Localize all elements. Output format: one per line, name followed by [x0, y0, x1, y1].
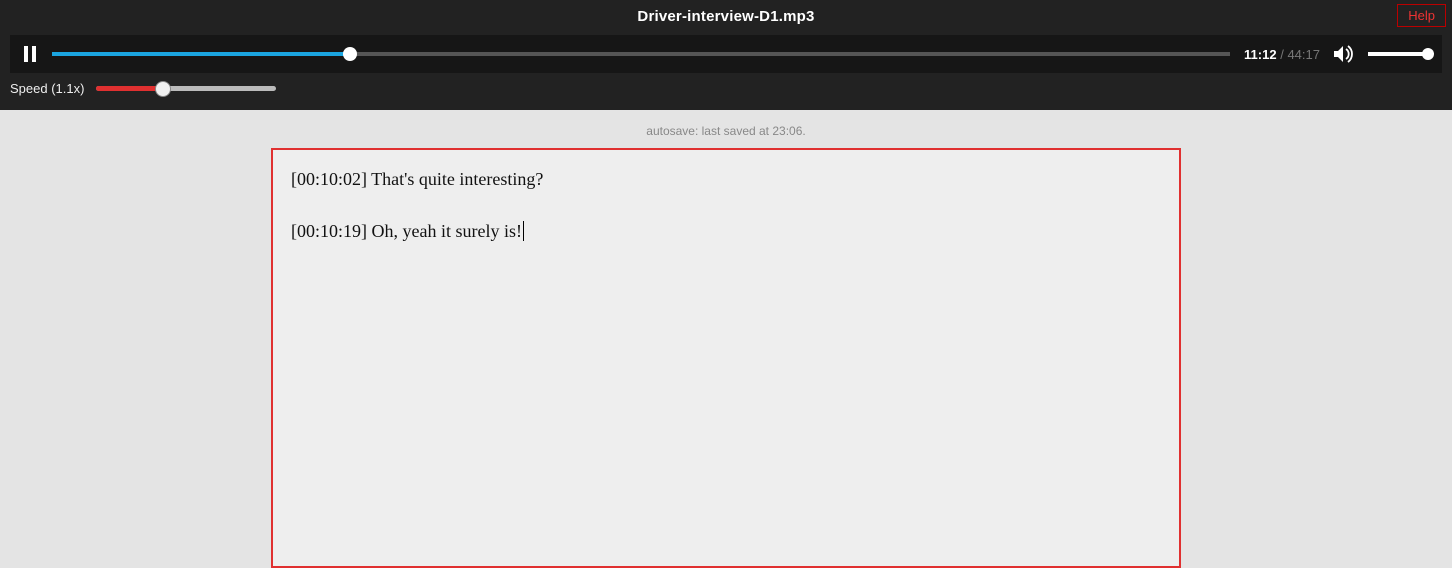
transcript-editor[interactable]: [00:10:02] That's quite interesting? [00… — [271, 148, 1181, 568]
progress-slider[interactable] — [52, 52, 1230, 56]
file-title: Driver-interview-D1.mp3 — [0, 0, 1452, 35]
volume-icon[interactable] — [1334, 45, 1354, 63]
speed-slider[interactable] — [96, 86, 276, 91]
editor-container: [00:10:02] That's quite interesting? [00… — [0, 148, 1452, 568]
text-cursor — [523, 221, 524, 242]
progress-fill — [52, 52, 350, 56]
current-time: 11:12 — [1244, 47, 1277, 62]
volume-thumb[interactable] — [1422, 48, 1434, 60]
help-button[interactable]: Help — [1397, 4, 1446, 27]
speed-label: Speed (1.1x) — [10, 81, 84, 96]
app-header: Help Driver-interview-D1.mp3 11:12 / 44:… — [0, 0, 1452, 110]
time-display: 11:12 / 44:17 — [1244, 47, 1320, 62]
speed-thumb[interactable] — [155, 81, 171, 97]
volume-slider[interactable] — [1368, 52, 1428, 56]
speed-fill — [96, 86, 163, 91]
transcript-text: [00:10:02] That's quite interesting? [00… — [291, 169, 543, 241]
total-time: / 44:17 — [1280, 47, 1320, 62]
progress-thumb[interactable] — [343, 47, 357, 61]
player-bar: 11:12 / 44:17 — [10, 35, 1442, 73]
autosave-status: autosave: last saved at 23:06. — [0, 110, 1452, 148]
speed-control: Speed (1.1x) — [0, 81, 1452, 110]
pause-icon[interactable] — [24, 46, 38, 62]
